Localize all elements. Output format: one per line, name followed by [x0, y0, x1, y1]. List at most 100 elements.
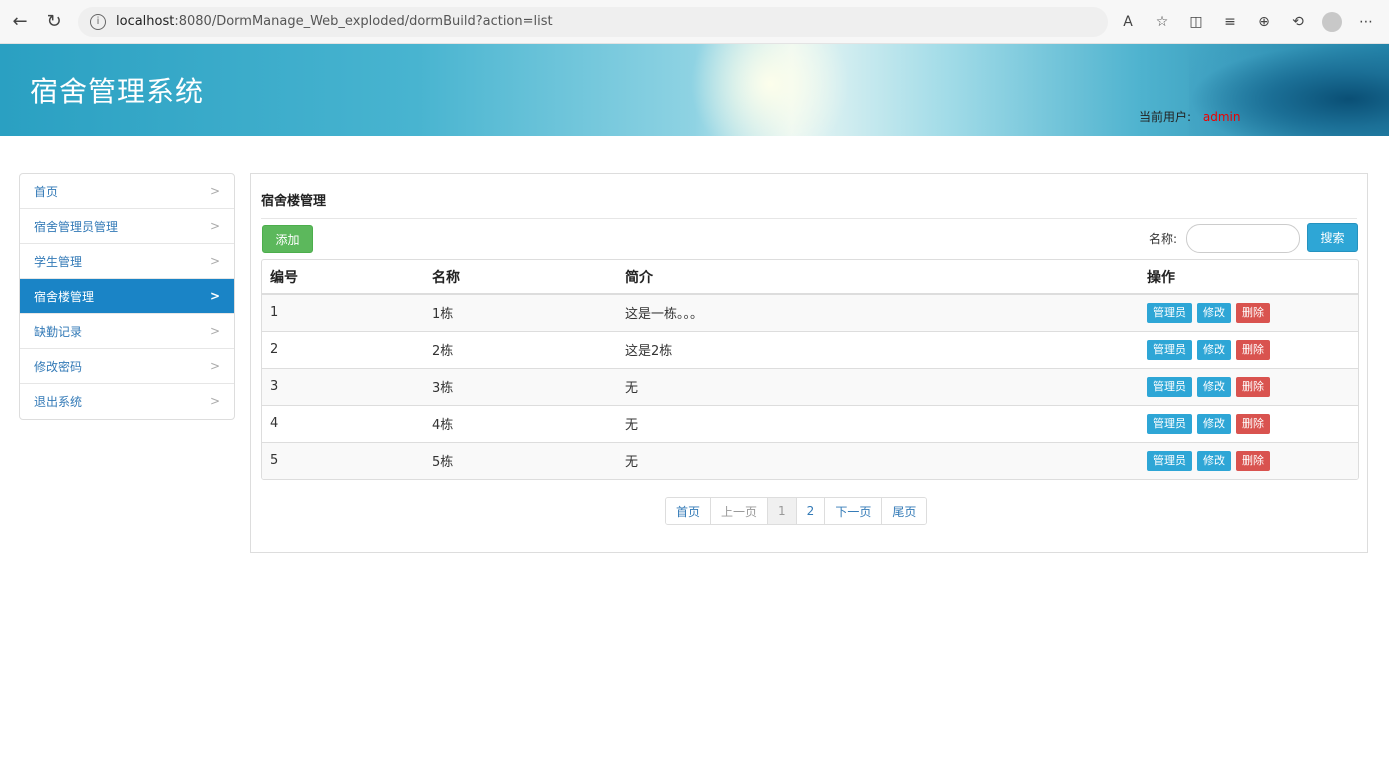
cell-name: 5栋: [424, 441, 617, 479]
search-button[interactable]: 搜索: [1307, 223, 1358, 252]
table-row: 4 4栋 无 管理员 修改 删除: [262, 404, 1358, 442]
cell-description: 无: [617, 404, 1139, 442]
sidebar-nav: 首页 > 宿舍管理员管理 > 学生管理 > 宿舍楼管理 > 缺勤记录 > 修改密…: [19, 173, 235, 420]
page-next[interactable]: 下一页: [825, 498, 883, 524]
chevron-right-icon: >: [209, 184, 220, 198]
browser-toolbar: ← ↻ i localhost:8080/DormManage_Web_expl…: [0, 0, 1389, 44]
read-aloud-icon[interactable]: A: [1113, 7, 1143, 37]
buildings-table: 编号 名称 简介 操作 1 1栋 这是一栋。。。 管理员 修改 删除 2 2栋 …: [261, 259, 1359, 480]
edit-button[interactable]: 修改: [1197, 339, 1231, 360]
current-user-name: admin: [1202, 110, 1241, 124]
cell-actions: 管理员 修改 删除: [1139, 404, 1358, 442]
manager-button[interactable]: 管理员: [1147, 450, 1192, 471]
cell-actions: 管理员 修改 删除: [1139, 441, 1358, 479]
cell-description: 无: [617, 367, 1139, 405]
divider: [261, 218, 1357, 219]
cell-actions: 管理员 修改 删除: [1139, 293, 1358, 331]
delete-button[interactable]: 删除: [1236, 339, 1270, 360]
cell-actions: 管理员 修改 删除: [1139, 330, 1358, 368]
current-user: 当前用户: admin: [1139, 108, 1240, 125]
sidebar-item-home[interactable]: 首页 >: [20, 174, 234, 209]
cell-id: 2: [262, 330, 424, 368]
cell-actions: 管理员 修改 删除: [1139, 367, 1358, 405]
column-header-description: 简介: [617, 260, 1139, 295]
chevron-right-icon: >: [209, 394, 220, 408]
cell-name: 1栋: [424, 293, 617, 331]
sidebar-item-dorm-managers[interactable]: 宿舍管理员管理 >: [20, 209, 234, 244]
chevron-right-icon: >: [209, 359, 220, 373]
sidebar-item-label: 宿舍管理员管理: [34, 219, 119, 234]
back-icon[interactable]: ←: [6, 8, 34, 36]
split-screen-icon[interactable]: ◫: [1181, 7, 1211, 37]
sidebar-item-label: 首页: [34, 184, 59, 199]
table-row: 1 1栋 这是一栋。。。 管理员 修改 删除: [262, 293, 1358, 331]
url-host: localhost: [116, 14, 175, 29]
edit-button[interactable]: 修改: [1197, 302, 1231, 323]
page-title: 宿舍楼管理: [261, 194, 327, 209]
cell-name: 4栋: [424, 404, 617, 442]
chevron-right-icon: >: [209, 289, 220, 303]
sidebar-item-logout[interactable]: 退出系统 >: [20, 384, 234, 419]
main-panel: 宿舍楼管理 添加 名称: 搜索 编号 名称 简介 操作 1 1栋 这是一栋。。。: [250, 173, 1368, 553]
current-user-label: 当前用户:: [1139, 110, 1192, 124]
sidebar-item-students[interactable]: 学生管理 >: [20, 244, 234, 279]
delete-button[interactable]: 删除: [1236, 376, 1270, 397]
manager-button[interactable]: 管理员: [1147, 376, 1192, 397]
chevron-right-icon: >: [209, 219, 220, 233]
chevron-right-icon: >: [209, 324, 220, 338]
history-icon[interactable]: ⟲: [1283, 7, 1313, 37]
refresh-icon[interactable]: ↻: [40, 8, 68, 36]
page-number[interactable]: 2: [796, 498, 826, 524]
header-banner: 宿舍管理系统 当前用户: admin: [0, 44, 1389, 136]
address-bar[interactable]: i localhost:8080/DormManage_Web_exploded…: [78, 6, 1108, 37]
cell-id: 1: [262, 293, 424, 331]
column-header-name: 名称: [424, 260, 617, 295]
sidebar-item-absence[interactable]: 缺勤记录 >: [20, 314, 234, 349]
cell-description: 无: [617, 441, 1139, 479]
sidebar-item-buildings[interactable]: 宿舍楼管理 >: [20, 279, 234, 314]
page-first[interactable]: 首页: [666, 498, 712, 524]
profile-icon[interactable]: [1317, 7, 1347, 37]
add-button[interactable]: 添加: [262, 225, 313, 253]
cell-description: 这是2栋: [617, 330, 1139, 368]
column-header-id: 编号: [262, 260, 424, 295]
manager-button[interactable]: 管理员: [1147, 339, 1192, 360]
cell-id: 3: [262, 367, 424, 405]
delete-button[interactable]: 删除: [1236, 450, 1270, 471]
page-prev: 上一页: [711, 498, 769, 524]
app-title: 宿舍管理系统: [30, 75, 205, 108]
sidebar-item-label: 修改密码: [34, 359, 83, 374]
sidebar-item-label: 宿舍楼管理: [34, 289, 95, 304]
pagination: 首页 上一页 1 2 下一页 尾页: [665, 497, 928, 525]
search-input[interactable]: [1186, 224, 1300, 253]
more-icon[interactable]: ⋯: [1351, 7, 1381, 37]
collections-icon[interactable]: ⊕: [1249, 7, 1279, 37]
favorites-icon[interactable]: ≡: [1215, 7, 1245, 37]
chevron-right-icon: >: [209, 254, 220, 268]
manager-button[interactable]: 管理员: [1147, 302, 1192, 323]
cell-id: 5: [262, 441, 424, 479]
sidebar-item-label: 退出系统: [34, 395, 83, 409]
table-row: 3 3栋 无 管理员 修改 删除: [262, 367, 1358, 405]
sidebar-item-label: 学生管理: [34, 254, 83, 269]
manager-button[interactable]: 管理员: [1147, 413, 1192, 434]
info-icon[interactable]: i: [90, 13, 106, 30]
cell-name: 2栋: [424, 330, 617, 368]
table-row: 2 2栋 这是2栋 管理员 修改 删除: [262, 330, 1358, 368]
delete-button[interactable]: 删除: [1236, 302, 1270, 323]
cell-description: 这是一栋。。。: [617, 293, 1139, 331]
edit-button[interactable]: 修改: [1197, 450, 1231, 471]
column-header-actions: 操作: [1139, 260, 1358, 295]
url-path: :8080/DormManage_Web_exploded/dormBuild?…: [174, 14, 553, 29]
page-last[interactable]: 尾页: [882, 498, 927, 524]
favorite-add-icon[interactable]: ☆: [1147, 7, 1177, 37]
table-header-row: 编号 名称 简介 操作: [262, 260, 1358, 295]
delete-button[interactable]: 删除: [1236, 413, 1270, 434]
cell-id: 4: [262, 404, 424, 442]
sidebar-item-label: 缺勤记录: [34, 324, 83, 339]
edit-button[interactable]: 修改: [1197, 376, 1231, 397]
table-row: 5 5栋 无 管理员 修改 删除: [262, 441, 1358, 479]
edit-button[interactable]: 修改: [1197, 413, 1231, 434]
search-label: 名称:: [1149, 232, 1178, 246]
sidebar-item-password[interactable]: 修改密码 >: [20, 349, 234, 384]
